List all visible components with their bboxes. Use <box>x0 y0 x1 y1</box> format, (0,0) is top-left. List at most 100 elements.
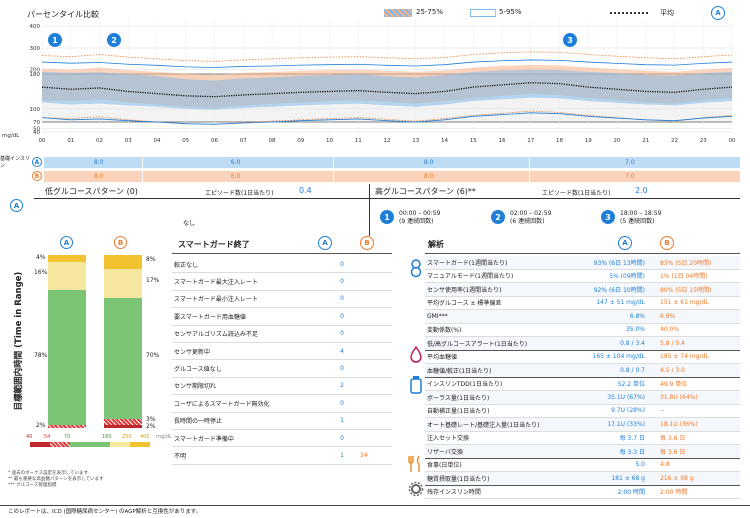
tir-b-in-range-pct: 70% <box>146 352 160 359</box>
an-row-value-a: 35.0% <box>625 326 645 334</box>
tir-b-very-high-pct: 8% <box>146 256 156 263</box>
an-row-value-b: 83% (5日 20時間) <box>660 259 712 267</box>
tir-b-in-range <box>104 298 142 420</box>
an-row: 低/高グルコースアラート(1日当たり) 0.8 / 3.4 5.8 / 0.4 <box>425 337 740 351</box>
legend-tick-70: 70 <box>64 434 71 440</box>
tir-legend-ticks: 40 54 70 180 250 400 mg/dL <box>26 434 176 442</box>
sg-row-label: グルコース値なし <box>174 366 222 374</box>
x-tick-label: 06 <box>211 138 218 144</box>
legend-low <box>50 442 70 447</box>
tir-b-very-high <box>104 255 142 269</box>
tir-a-low-pct: 2% <box>36 422 46 429</box>
basal-a-segment-4: 7.0 <box>530 157 740 168</box>
sg-row: 不明 1 34 <box>172 447 392 465</box>
an-row-label: 低/高グルコースアラート(1日当たり) <box>427 340 528 348</box>
x-tick-label: 03 <box>125 138 132 144</box>
an-row-value-b: 1% (1日 04時間) <box>660 273 708 281</box>
an-row-label: 血糖値/較正(1日当たり) <box>427 367 492 375</box>
an-row-value-a: 165 ± 104 mg/dL <box>592 353 645 361</box>
an-row: スマートガード(1週間当たり) 93% (6日 13時間) 83% (5日 20時間… <box>425 256 740 270</box>
an-row-value-a: 0.8 / 0.7 <box>620 366 645 374</box>
low-episodes-value: 0.4 <box>299 186 312 195</box>
analysis-col-a-badge: A <box>618 236 632 250</box>
an-row: 残存インスリン時間 2:00 時間 2:00 時間 <box>425 486 740 499</box>
an-row-value-a: 6.8% <box>629 312 645 320</box>
an-row-value-b: 5.8 / 0.4 <box>660 339 685 347</box>
legend-avg-line <box>610 12 648 14</box>
x-tick-label: 00 <box>729 138 736 144</box>
tir-col-b-badge: B <box>114 236 127 249</box>
blood-drop-icon <box>409 345 423 368</box>
patterns-vertical-divider <box>369 184 370 236</box>
sg-row: 較正なし 0 <box>172 256 392 274</box>
basal-b-segment-3: 8.0 <box>333 171 531 182</box>
sg-row-label: センサアルゴリズム読込み不足 <box>174 331 258 339</box>
sg-row: ユーザによるスマートガード無効化 0 <box>172 395 392 413</box>
x-tick-label: 18 <box>556 138 563 144</box>
y-tick-label: 100 <box>30 107 41 113</box>
legend-5-95-label: 5-95% <box>499 8 522 16</box>
tir-a-low <box>48 424 86 428</box>
an-row: 糖質摂取量(1日当たり) 181 ± 68 g 216 ± 98 g <box>425 472 740 486</box>
sg-row: センサ期限切れ 2 <box>172 378 392 396</box>
basal-row-b: 8.0 6.0 8.0 7.0 <box>44 171 740 182</box>
x-tick-label: 19 <box>585 138 592 144</box>
sg-row-value-a: 0 <box>340 399 344 407</box>
analysis-header-rule <box>425 253 740 254</box>
an-row: オート基礎レート/基礎注入量(1日当たり) 17.1U (33%) 18.1U (3… <box>425 418 740 432</box>
an-row: リザーバ交換 毎 3.3 日 毎 3.6 日 <box>425 445 740 459</box>
x-tick-label: 02 <box>96 138 103 144</box>
y-tick-label: 70 <box>33 120 40 126</box>
an-row-value-b: 18.1U (36%) <box>660 420 698 428</box>
sg-row-label: センサ更新中 <box>174 348 211 356</box>
comparison-a-badge: A <box>711 6 725 20</box>
insulin-vial-icon <box>410 376 422 398</box>
an-row-label: 残存インスリン時間 <box>427 489 481 497</box>
tir-a-very-high <box>48 255 86 262</box>
sg-row-value-a: 0 <box>340 312 344 320</box>
an-row-value-a: 5% (09時間) <box>609 273 645 281</box>
legend-very-high <box>130 442 150 447</box>
an-row-value-b: 185 ± 74 mg/dL <box>660 353 709 361</box>
sensor-icon <box>409 258 423 282</box>
an-row-label: オート基礎レート/基礎注入量(1日当たり) <box>427 421 540 429</box>
x-tick-label: 08 <box>269 138 276 144</box>
high-pattern-3-badge[interactable]: 3 <box>601 210 615 224</box>
pattern-marker-1[interactable]: 1 <box>48 33 62 47</box>
legend-tick-54: 54 <box>44 434 51 440</box>
an-row-value-b: 4.8 <box>660 461 670 469</box>
pattern-marker-3[interactable]: 3 <box>563 33 577 47</box>
an-row-label: インスリンTDD(1日当たり) <box>427 381 503 389</box>
sg-row: センサ更新中 4 <box>172 343 392 361</box>
footnotes: * 過去のボーナス設定を表示しています ** 最も重要な高血糖パターンを表示して… <box>8 471 104 489</box>
tir-bar-b <box>104 255 142 428</box>
high-pattern-2-badge[interactable]: 2 <box>491 210 505 224</box>
an-row-value-a: 毎 3.7 日 <box>619 435 645 443</box>
an-row-value-a: 2:00 時間 <box>617 489 645 497</box>
sg-row: スマートガード準備中 0 <box>172 430 392 448</box>
sg-row-value-b: 34 <box>360 452 368 460</box>
high-pattern-1-badge[interactable]: 1 <box>380 210 394 224</box>
an-row-value-a: 0.8 / 3.4 <box>620 339 645 347</box>
tir-b-high <box>104 268 142 299</box>
an-row: 血糖値/較正(1日当たり) 0.8 / 0.7 4.5 / 3.0 <box>425 364 740 378</box>
an-row-label: リザーバ交換 <box>427 448 463 456</box>
sg-row-label: センサ期限切れ <box>174 383 217 391</box>
sg-row-value-a: 0 <box>340 260 344 268</box>
tir-axis-label: 目標範囲内時間 (Time in Range) <box>14 271 24 411</box>
tir-b-high-pct: 17% <box>146 277 160 284</box>
an-row-value-b: 毎 3.6 日 <box>660 435 686 443</box>
an-row-value-a: 毎 3.3 日 <box>619 448 645 456</box>
an-row-value-b: 2:00 時間 <box>660 489 688 497</box>
sg-row: 要スマートガード用血糖値 0 <box>172 308 392 326</box>
an-row: 平均血糖値 165 ± 104 mg/dL 185 ± 74 mg/dL <box>425 351 740 364</box>
x-tick-label: 23 <box>700 138 707 144</box>
legend-avg-label: 平均 <box>660 9 674 17</box>
high-pattern-2: 02:00 – 02:59 (6 連続回数) <box>510 210 551 226</box>
sg-row-label: スマートガード最大注入レート <box>174 279 258 287</box>
pattern-marker-2[interactable]: 2 <box>107 33 121 47</box>
an-row: センサ使用率(1週間当たり) 92% (6日 10時間) 80% (5日 15時間) <box>425 283 740 297</box>
low-episodes-label: エピソード数(1日当たり) <box>205 190 274 197</box>
an-row-value-a: 147 ± 51 mg/dL <box>596 299 645 307</box>
smartguard-table: 較正なし 0 スマートガード最大注入レート 0 スマートガード最小注入レート 0 要スマート… <box>172 256 392 466</box>
